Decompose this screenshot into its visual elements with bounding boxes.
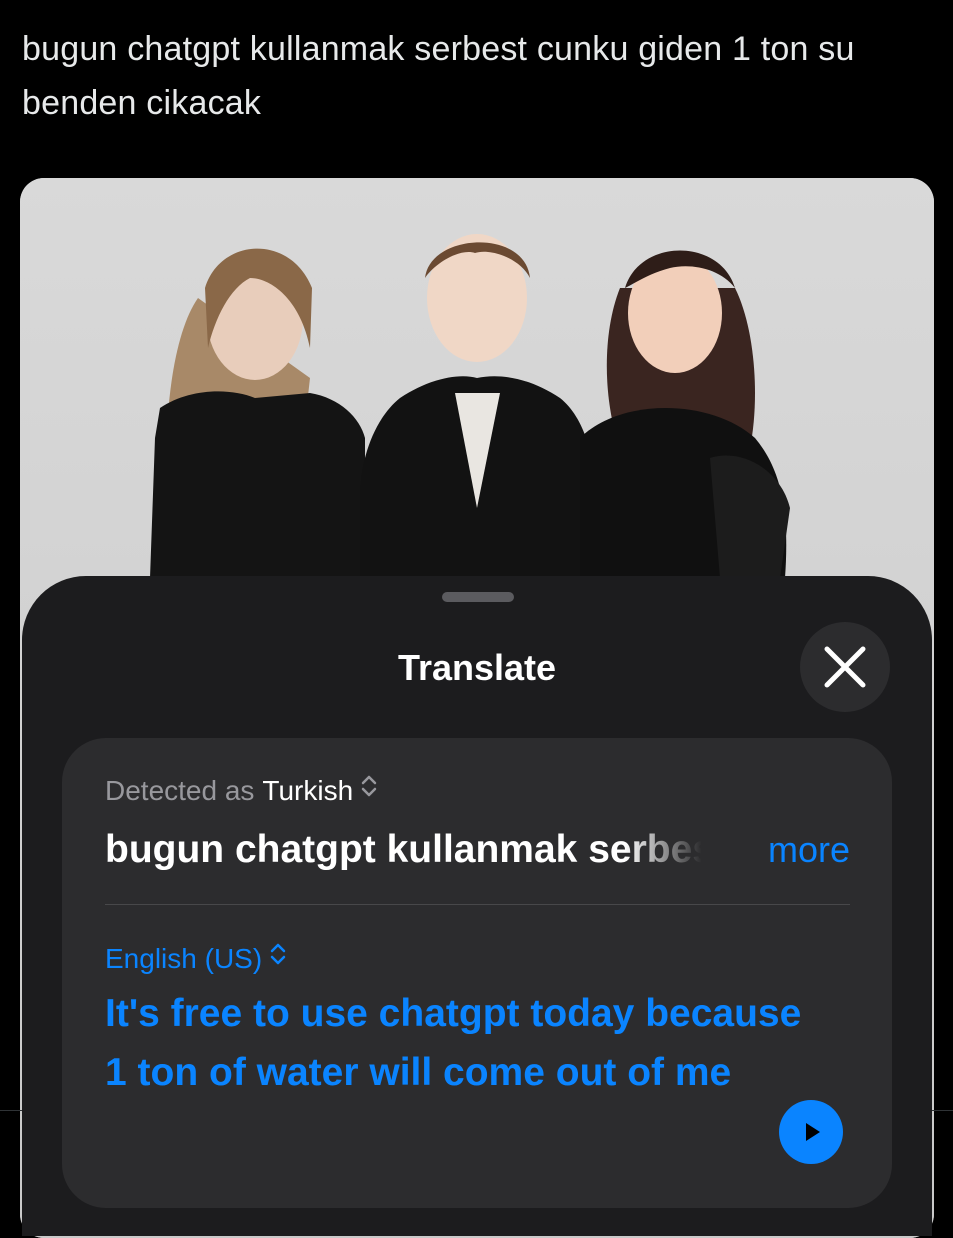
divider xyxy=(105,904,850,905)
more-link[interactable]: more xyxy=(768,822,850,878)
divider xyxy=(0,1110,22,1111)
play-translation-button[interactable] xyxy=(779,1100,843,1164)
source-language: Turkish xyxy=(262,774,354,806)
translate-sheet: Translate Detected as Turkish bugun chat… xyxy=(22,576,932,1236)
divider xyxy=(931,1110,953,1111)
chevron-up-down-icon xyxy=(359,772,379,809)
sheet-grabber-handle[interactable] xyxy=(442,592,514,602)
close-button[interactable] xyxy=(800,622,890,712)
translated-text: It's free to use chatgpt today because 1… xyxy=(105,992,802,1094)
tweet-text: bugun chatgpt kullanmak serbest cunku gi… xyxy=(22,30,855,122)
target-language: English (US) xyxy=(105,942,263,974)
close-icon xyxy=(824,646,866,688)
text-fade xyxy=(625,822,715,878)
target-language-selector[interactable]: English (US) xyxy=(105,940,288,977)
source-text: bugun chatgpt kullanmak serbest cunku gi… xyxy=(105,828,705,871)
play-icon xyxy=(806,1123,820,1141)
chevron-up-down-icon xyxy=(268,940,288,977)
translation-card: Detected as Turkish bugun chatgpt kullan… xyxy=(62,738,892,1208)
source-language-selector[interactable]: Detected as Turkish xyxy=(105,772,379,809)
sheet-title: Translate xyxy=(397,647,557,688)
detected-as-label: Detected as xyxy=(105,774,255,806)
source-text-row: bugun chatgpt kullanmak serbest cunku gi… xyxy=(105,822,850,878)
